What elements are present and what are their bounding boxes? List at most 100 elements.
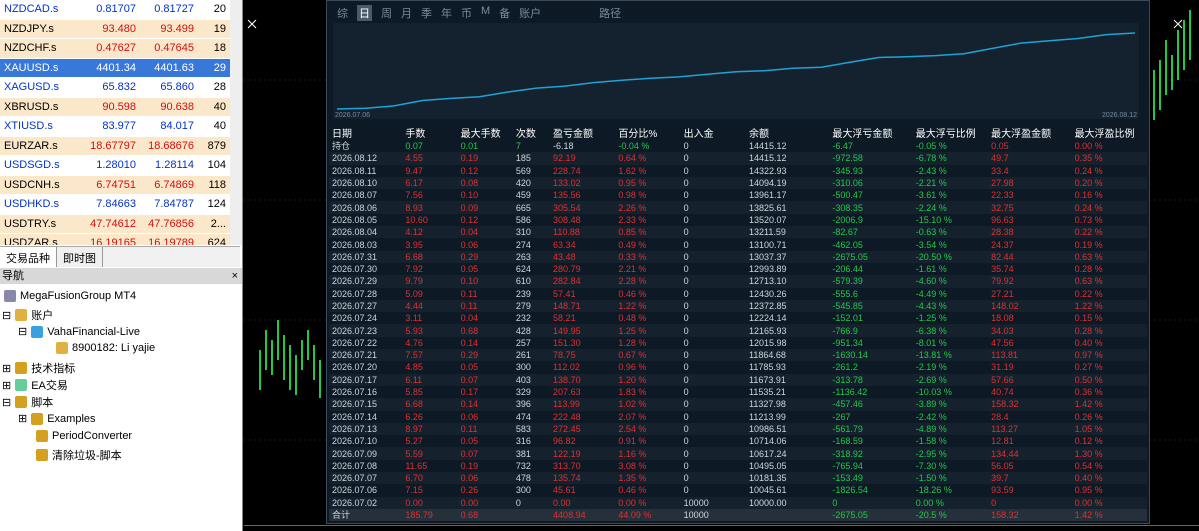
table-row[interactable]: 2026.07.15 6.68 0.14 396 113.99 1.02 % 0 11327.…: [329, 398, 1147, 411]
market-watch-row[interactable]: XBRUSD.s 90.598 90.638 40: [0, 97, 240, 117]
ask-price: 47.76856: [148, 217, 194, 230]
tree-indicators[interactable]: ⊞ 技术指标: [2, 360, 75, 376]
market-watch-row[interactable]: USDHKD.s 7.84663 7.84787 124: [0, 195, 240, 215]
table-cell: 31.19: [991, 362, 1014, 373]
table-cell: 2026.07.22: [332, 337, 378, 348]
table-row[interactable]: 2026.08.03 3.95 0.06 274 63.34 0.49 % 0 13100.7…: [329, 238, 1147, 250]
table-cell: 0.19: [457, 152, 513, 165]
table-cell: 8.97: [402, 422, 458, 436]
report-tab[interactable]: 月: [401, 5, 412, 21]
market-watch-row[interactable]: XAUUSD.s 4401.34 4401.63 29: [0, 58, 240, 78]
table-cell: 2026.07.29: [329, 275, 403, 288]
tree-account[interactable]: 8900182: Li yajie: [56, 342, 155, 354]
tree-examples[interactable]: ⊞ Examples: [18, 412, 96, 425]
tree-root[interactable]: MegaFusionGroup MT4: [4, 290, 136, 302]
table-row[interactable]: 2026.07.23 5.93 0.68 428 149.95 1.25 % 0 12165.…: [329, 324, 1147, 337]
tree-scripts[interactable]: ⊟ 脚本: [2, 394, 53, 410]
table-row[interactable]: 2026.07.22 4.76 0.14 257 151.30 1.28 % 0 12015.…: [329, 337, 1147, 349]
report-tab[interactable]: 综: [337, 5, 348, 21]
report-tab[interactable]: 账户: [519, 5, 541, 21]
table-cell: 2026.07.16: [332, 387, 378, 398]
table-row[interactable]: 2026.07.10 5.27 0.05 316 96.82 0.91 % 0 10714.0…: [329, 435, 1147, 447]
tree-experts[interactable]: ⊞ EA交易: [2, 377, 68, 393]
table-row[interactable]: 2026.08.12 4.55 0.19 185 92.19 0.64 % 0 14415.1…: [329, 152, 1147, 165]
table-row[interactable]: 2026.07.06 7.15 0.26 300 45.61 0.46 % 0 10045.6…: [329, 484, 1147, 496]
market-watch-row[interactable]: USDCNH.s 6.74751 6.74869 118: [0, 175, 240, 195]
table-cell: -555.6: [832, 288, 858, 299]
table-cell: 4.85: [405, 362, 423, 373]
market-watch-row[interactable]: NZDCAD.s 0.81707 0.81727 20: [0, 0, 240, 20]
table-row[interactable]: 2026.08.06 8.93 0.09 665 305.54 2.26 % 0 13825.…: [329, 201, 1147, 214]
table-cell: 79.92: [988, 275, 1072, 288]
table-row[interactable]: 2026.07.20 4.85 0.05 300 112.02 0.96 % 0 11785.…: [329, 361, 1147, 373]
column-header: 最大浮亏金额: [832, 129, 893, 140]
table-row[interactable]: 合计 185.79 0.68 4408.94 44.09 % 10000 -2675.05-…: [329, 508, 1147, 522]
market-watch-row[interactable]: XAGUSD.s 65.832 65.860 28: [0, 78, 240, 98]
tree-experts-label: EA交易: [31, 380, 68, 392]
table-cell: 113.27: [988, 422, 1072, 436]
tree-server[interactable]: ⊟ VahaFinancial-Live: [18, 325, 140, 338]
market-watch-row[interactable]: USDTRY.s 47.74612 47.76856 2...: [0, 214, 240, 234]
table-row[interactable]: 2026.08.04 4.12 0.04 310 110.88 0.85 % 0 13211.…: [329, 226, 1147, 239]
report-tab[interactable]: 币: [461, 5, 472, 21]
table-row[interactable]: 2026.07.14 6.26 0.06 474 222.48 2.07 % 0 11213.…: [329, 411, 1147, 423]
report-tab[interactable]: 季: [421, 5, 432, 21]
table-cell: 12430.26: [748, 288, 787, 299]
table-cell: -20.50 %: [912, 250, 989, 263]
market-watch-row[interactable]: EURZAR.s 18.67797 18.68676 879: [0, 136, 240, 156]
table-row[interactable]: 2026.07.13 8.97 0.11 583 272.45 2.54 % 0 10986.…: [329, 422, 1147, 436]
table-cell: 45.61: [553, 485, 576, 496]
tab-symbols[interactable]: 交易品种: [0, 247, 57, 267]
table-cell: 2026.07.13: [329, 422, 403, 436]
close-icon[interactable]: ×: [232, 268, 238, 284]
market-watch-row[interactable]: NZDJPY.s 93.480 93.499 19: [0, 19, 240, 39]
table-cell: 27.21: [991, 288, 1014, 299]
tab-tick-chart[interactable]: 即时图: [57, 247, 103, 267]
table-cell: 1.20 %: [615, 373, 681, 386]
table-row[interactable]: 2026.07.27 4.44 0.11 279 148.71 1.22 % 0 12372.…: [329, 299, 1147, 313]
table-row[interactable]: 2026.07.17 6.11 0.07 403 138.70 1.20 % 0 11673.…: [329, 373, 1147, 386]
table-row[interactable]: 2026.07.31 6.68 0.29 263 43.48 0.33 % 0 13037.3…: [329, 250, 1147, 263]
table-cell: 459: [515, 190, 531, 201]
table-cell: 624: [515, 264, 531, 275]
report-tab[interactable]: 年: [441, 5, 452, 21]
table-row[interactable]: 2026.08.07 7.56 0.10 459 135.56 0.98 % 0 13961.…: [329, 189, 1147, 201]
table-row[interactable]: 2026.07.02 0.00 0.00 0 0.00 0.00 % 10000 10000.…: [329, 496, 1147, 509]
table-row[interactable]: 2026.07.08 11.65 0.19 732 313.70 3.08 % 0 10495…: [329, 460, 1147, 472]
table-row[interactable]: 2026.07.24 3.11 0.04 232 58.21 0.48 % 0 12224.1…: [329, 312, 1147, 324]
collapse-icon: ⊟: [2, 309, 12, 322]
table-row[interactable]: 2026.07.07 6.70 0.06 478 135.74 1.35 % 0 10181.…: [329, 472, 1147, 485]
table-row[interactable]: 2026.08.10 6.17 0.08 420 133.02 0.95 % 0 14094.…: [329, 176, 1147, 190]
table-cell: 18.08: [991, 313, 1014, 324]
bid-price: 18.67797: [90, 139, 136, 152]
table-row[interactable]: 2026.07.21 7.57 0.29 261 78.75 0.67 % 0 11864.6…: [329, 349, 1147, 362]
report-tab[interactable]: 周: [381, 5, 392, 21]
table-cell: 0.06: [457, 472, 513, 485]
market-watch-row[interactable]: NZDCHF.s 0.47627 0.47645 18: [0, 39, 240, 59]
market-watch-row[interactable]: USDZAR.s 16.19165 16.19789 624: [0, 234, 240, 245]
table-row[interactable]: 2026.07.28 5.09 0.11 239 57.41 0.46 % 0 12430.2…: [329, 288, 1147, 300]
table-row[interactable]: 持仓 0.07 0.01 7 -6.18 -0.04 % 0 14415.12 -6.47 -0.…: [329, 140, 1147, 152]
daily-stats-table: 日期 手数 最大手数 次数 盈亏金额 百分比% 出入金 余额 最大浮亏金额 最大浮亏比例 最大浮盈金…: [329, 125, 1147, 522]
table-row[interactable]: 2026.07.30 7.92 0.05 624 280.79 2.21 % 0 12993.…: [329, 263, 1147, 275]
report-tab[interactable]: M: [481, 5, 490, 21]
table-cell: 2026.08.11: [332, 165, 377, 176]
market-watch-row[interactable]: XTIUSD.s 83.977 84.017 40: [0, 117, 240, 137]
market-watch-row[interactable]: USDSGD.s 1.28010 1.28114 104: [0, 156, 240, 176]
table-row[interactable]: 2026.07.16 5.85 0.17 329 207.63 1.83 % 0 11535.…: [329, 386, 1147, 398]
market-watch-scrollbar[interactable]: [230, 0, 242, 245]
tree-accounts[interactable]: ⊟ 账户: [2, 307, 53, 323]
table-row[interactable]: 2026.08.05 10.60 0.12 586 308.48 2.33 % 0 13520…: [329, 214, 1147, 226]
tree-period-converter[interactable]: PeriodConverter: [36, 430, 132, 442]
table-row[interactable]: 2026.07.09 5.59 0.07 381 122.19 1.16 % 0 10617.…: [329, 447, 1147, 460]
report-tab[interactable]: 备: [499, 5, 510, 21]
table-cell: -168.59: [832, 436, 863, 447]
report-tab[interactable]: 路径: [599, 5, 621, 21]
table-cell: 0.98 %: [618, 190, 647, 201]
table-row[interactable]: 2026.07.29 9.79 0.10 610 282.84 2.28 % 0 12713.…: [329, 275, 1147, 288]
table-row[interactable]: 2026.08.11 9.47 0.12 569 228.74 1.62 % 0 14322.…: [329, 165, 1147, 177]
report-tab[interactable]: 日: [357, 5, 372, 21]
table-cell: -318.92: [829, 447, 913, 460]
report-tab[interactable]: [550, 5, 590, 21]
tree-cleanup[interactable]: 清除垃圾-脚本: [36, 447, 122, 463]
